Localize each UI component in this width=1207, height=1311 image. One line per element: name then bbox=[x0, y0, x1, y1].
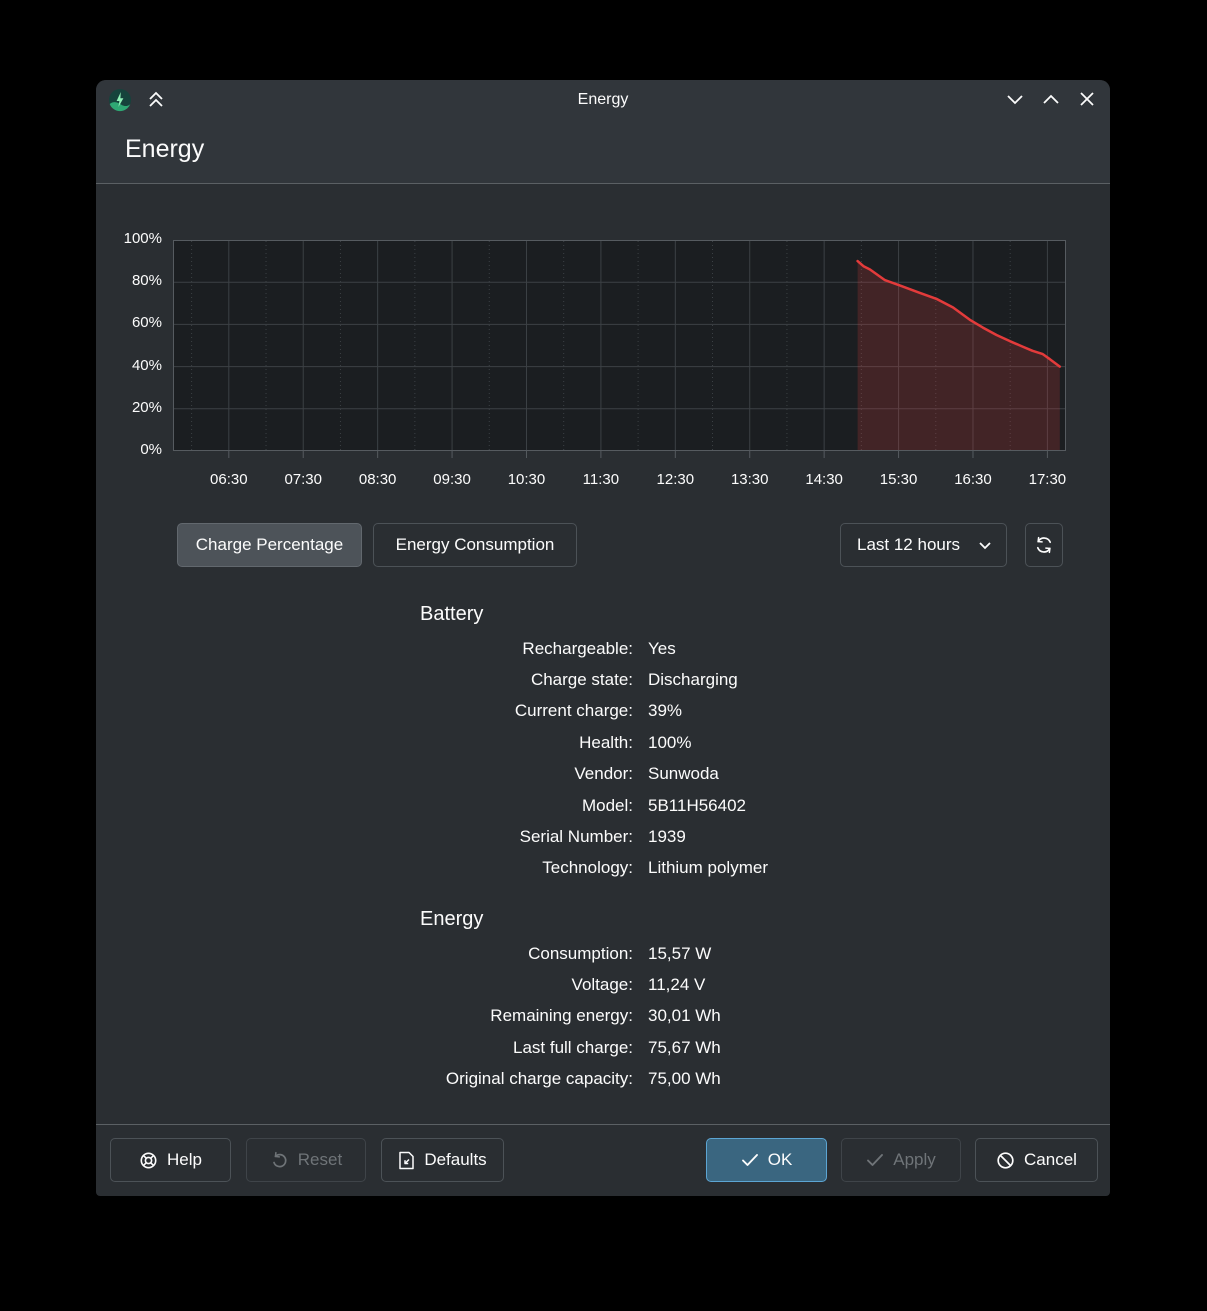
check-icon bbox=[866, 1153, 884, 1167]
section-title: Energy bbox=[420, 908, 483, 931]
defaults-button[interactable]: Defaults bbox=[381, 1138, 504, 1182]
y-tick-label: 80% bbox=[104, 272, 162, 289]
info-label: Voltage: bbox=[192, 975, 633, 995]
help-button-label: Help bbox=[167, 1150, 202, 1170]
apply-button[interactable]: Apply bbox=[841, 1138, 961, 1182]
info-value: Lithium polymer bbox=[648, 858, 1110, 878]
page-title: Energy bbox=[125, 135, 204, 164]
reset-button[interactable]: Reset bbox=[246, 1138, 366, 1182]
info-value: 30,01 Wh bbox=[648, 1006, 1110, 1026]
check-icon bbox=[741, 1153, 759, 1167]
reset-icon bbox=[270, 1151, 289, 1170]
info-value: Yes bbox=[648, 639, 1110, 659]
info-label: Original charge capacity: bbox=[192, 1069, 633, 1089]
x-tick-label: 12:30 bbox=[640, 471, 710, 488]
double-chevron-up-icon[interactable] bbox=[144, 89, 168, 111]
info-label: Model: bbox=[192, 796, 633, 816]
info-label: Technology: bbox=[192, 858, 633, 878]
refresh-button[interactable] bbox=[1025, 523, 1063, 567]
section-rows: Rechargeable: Yes Charge state: Discharging… bbox=[192, 633, 1110, 884]
info-row: Remaining energy: 30,01 Wh bbox=[192, 1001, 1110, 1032]
page-header: Energy bbox=[96, 120, 1110, 184]
timespan-dropdown-value: Last 12 hours bbox=[857, 535, 960, 555]
x-tick-label: 10:30 bbox=[491, 471, 561, 488]
info-label: Current charge: bbox=[192, 701, 633, 721]
info-row: Serial Number: 1939 bbox=[192, 821, 1110, 852]
info-row: Vendor: Sunwoda bbox=[192, 759, 1110, 790]
x-tick-label: 08:30 bbox=[343, 471, 413, 488]
x-tick-label: 15:30 bbox=[864, 471, 934, 488]
info-row: Voltage: 11,24 V bbox=[192, 969, 1110, 1000]
help-button[interactable]: Help bbox=[110, 1138, 231, 1182]
info-value: 75,67 Wh bbox=[648, 1038, 1110, 1058]
reset-button-label: Reset bbox=[298, 1150, 342, 1170]
info-row: Last full charge: 75,67 Wh bbox=[192, 1032, 1110, 1063]
cancel-icon bbox=[996, 1151, 1015, 1170]
x-tick-label: 07:30 bbox=[268, 471, 338, 488]
footer: Help Reset Defaults OK bbox=[96, 1124, 1110, 1196]
section-title: Battery bbox=[420, 603, 483, 626]
x-tick-label: 06:30 bbox=[194, 471, 264, 488]
chart-plot bbox=[173, 240, 1066, 460]
info-row: Consumption: 15,57 W bbox=[192, 938, 1110, 969]
y-tick-label: 40% bbox=[104, 357, 162, 374]
info-row: Original charge capacity: 75,00 Wh bbox=[192, 1064, 1110, 1095]
x-tick-label: 09:30 bbox=[417, 471, 487, 488]
info-value: 1939 bbox=[648, 827, 1110, 847]
energy-app-icon bbox=[108, 88, 132, 112]
window-title: Energy bbox=[96, 80, 1110, 120]
info-label: Consumption: bbox=[192, 944, 633, 964]
help-icon bbox=[139, 1151, 158, 1170]
info-row: Technology: Lithium polymer bbox=[192, 853, 1110, 884]
info-value: 11,24 V bbox=[648, 975, 1110, 995]
apply-button-label: Apply bbox=[893, 1150, 936, 1170]
x-tick-label: 17:30 bbox=[1012, 471, 1082, 488]
info-row: Model: 5B11H56402 bbox=[192, 790, 1110, 821]
y-tick-label: 100% bbox=[104, 230, 162, 247]
y-tick-label: 60% bbox=[104, 314, 162, 331]
close-icon[interactable] bbox=[1074, 88, 1100, 112]
ok-button-label: OK bbox=[768, 1150, 793, 1170]
energy-dialog: Energy bbox=[96, 80, 1110, 1196]
info-value: 39% bbox=[648, 701, 1110, 721]
charge-percentage-tab[interactable]: Charge Percentage bbox=[177, 523, 362, 567]
ok-button[interactable]: OK bbox=[706, 1138, 827, 1182]
info-label: Vendor: bbox=[192, 764, 633, 784]
section-rows: Consumption: 15,57 W Voltage: 11,24 V Remain… bbox=[192, 938, 1110, 1095]
defaults-button-label: Defaults bbox=[424, 1150, 486, 1170]
info-value: Sunwoda bbox=[648, 764, 1110, 784]
titlebar[interactable]: Energy bbox=[96, 80, 1110, 120]
cancel-button-label: Cancel bbox=[1024, 1150, 1077, 1170]
x-tick-label: 16:30 bbox=[938, 471, 1008, 488]
info-label: Last full charge: bbox=[192, 1038, 633, 1058]
defaults-icon bbox=[398, 1151, 415, 1170]
info-label: Charge state: bbox=[192, 670, 633, 690]
info-value: 5B11H56402 bbox=[648, 796, 1110, 816]
y-tick-label: 20% bbox=[104, 399, 162, 416]
maximize-button[interactable] bbox=[1038, 88, 1064, 112]
refresh-icon bbox=[1034, 535, 1054, 555]
energy-consumption-tab[interactable]: Energy Consumption bbox=[373, 523, 577, 567]
x-tick-label: 11:30 bbox=[566, 471, 636, 488]
info-label: Remaining energy: bbox=[192, 1006, 633, 1026]
info-row: Rechargeable: Yes bbox=[192, 633, 1110, 664]
x-tick-label: 14:30 bbox=[789, 471, 859, 488]
timespan-dropdown[interactable]: Last 12 hours bbox=[840, 523, 1007, 567]
info-row: Health: 100% bbox=[192, 727, 1110, 758]
info-value: 75,00 Wh bbox=[648, 1069, 1110, 1089]
info-row: Charge state: Discharging bbox=[192, 664, 1110, 695]
chevron-down-icon bbox=[978, 541, 992, 550]
x-tick-label: 13:30 bbox=[715, 471, 785, 488]
info-label: Health: bbox=[192, 733, 633, 753]
info-row: Current charge: 39% bbox=[192, 696, 1110, 727]
info-value: Discharging bbox=[648, 670, 1110, 690]
info-value: 15,57 W bbox=[648, 944, 1110, 964]
info-label: Rechargeable: bbox=[192, 639, 633, 659]
info-label: Serial Number: bbox=[192, 827, 633, 847]
minimize-button[interactable] bbox=[1002, 88, 1028, 112]
info-value: 100% bbox=[648, 733, 1110, 753]
y-tick-label: 0% bbox=[104, 441, 162, 458]
desktop: { "window": { "title": "Energy", "app_ic… bbox=[0, 0, 1207, 1311]
cancel-button[interactable]: Cancel bbox=[975, 1138, 1098, 1182]
